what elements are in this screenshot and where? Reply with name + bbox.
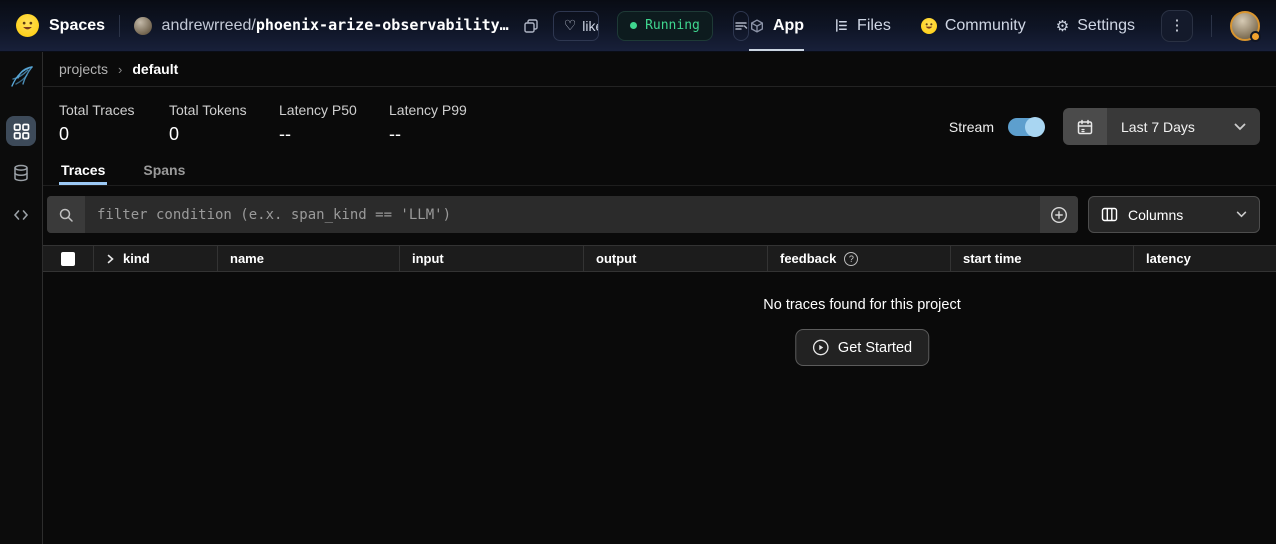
notification-dot-icon bbox=[1250, 31, 1261, 42]
column-header-name[interactable]: name bbox=[217, 246, 399, 271]
play-circle-icon bbox=[812, 339, 829, 356]
empty-state: No traces found for this project Get Sta… bbox=[763, 297, 960, 366]
column-header-output[interactable]: output bbox=[583, 246, 767, 271]
chevron-right-icon bbox=[106, 254, 115, 264]
sidebar-item-playground[interactable] bbox=[6, 200, 36, 230]
stats-row: Total Traces 0 Total Tokens 0 Latency P5… bbox=[43, 87, 1276, 157]
breadcrumb-projects-link[interactable]: projects bbox=[59, 61, 108, 77]
column-header-feedback[interactable]: feedback ? bbox=[767, 246, 950, 271]
plus-circle-icon bbox=[1050, 206, 1068, 224]
gear-icon: ⚙ bbox=[1056, 17, 1069, 35]
huggingface-logo-icon[interactable] bbox=[16, 14, 39, 37]
time-range-value: Last 7 Days bbox=[1121, 119, 1195, 135]
toggle-knob bbox=[1025, 117, 1045, 137]
calendar-icon bbox=[1063, 108, 1107, 145]
space-owner-link[interactable]: andrewrreed bbox=[162, 17, 252, 34]
grid-icon bbox=[13, 123, 30, 140]
view-tabs: Traces Spans bbox=[43, 157, 1276, 186]
select-all-checkbox[interactable] bbox=[61, 252, 75, 266]
breadcrumb: projects › default bbox=[43, 52, 1276, 87]
add-filter-button[interactable] bbox=[1040, 196, 1078, 233]
duplicate-icon[interactable] bbox=[523, 18, 539, 34]
filter-row: Columns bbox=[43, 186, 1276, 233]
column-header-start-time[interactable]: start time bbox=[950, 246, 1133, 271]
status-badge[interactable]: Running bbox=[617, 11, 713, 41]
community-icon bbox=[921, 18, 937, 34]
divider bbox=[119, 15, 120, 37]
get-started-button[interactable]: Get Started bbox=[795, 329, 929, 366]
columns-button[interactable]: Columns bbox=[1088, 196, 1260, 233]
more-options-button[interactable]: ⋮ bbox=[1161, 10, 1193, 42]
code-icon bbox=[12, 206, 30, 224]
spaces-brand[interactable]: Spaces bbox=[49, 17, 105, 35]
breadcrumb-current: default bbox=[132, 61, 178, 77]
main-content: projects › default Total Traces 0 Total … bbox=[43, 52, 1276, 544]
stat-latency-p99: Latency P99 -- bbox=[389, 102, 499, 145]
database-icon bbox=[12, 164, 30, 182]
heart-icon: ♡ bbox=[564, 17, 577, 34]
tab-traces[interactable]: Traces bbox=[59, 157, 107, 185]
search-icon bbox=[47, 196, 85, 233]
logs-button[interactable] bbox=[733, 11, 749, 41]
column-header-latency[interactable]: latency bbox=[1133, 246, 1276, 271]
space-name-link[interactable]: phoenix-arize-observability… bbox=[256, 16, 509, 34]
columns-icon bbox=[1101, 207, 1118, 222]
chevron-right-icon: › bbox=[118, 62, 122, 77]
phoenix-sidebar bbox=[0, 52, 43, 544]
sidebar-item-datasets[interactable] bbox=[6, 158, 36, 188]
column-header-kind[interactable]: kind bbox=[93, 246, 217, 271]
kebab-icon: ⋮ bbox=[1170, 17, 1185, 34]
stat-latency-p50: Latency P50 -- bbox=[279, 102, 389, 145]
chevron-down-icon bbox=[1236, 211, 1247, 218]
phoenix-logo-icon[interactable] bbox=[8, 64, 35, 96]
files-tree-icon bbox=[834, 18, 849, 33]
like-button[interactable]: ♡like 0 bbox=[553, 11, 599, 41]
filter-condition-input[interactable] bbox=[85, 196, 1040, 233]
time-range-select[interactable]: Last 7 Days bbox=[1063, 108, 1260, 145]
status-dot-icon bbox=[630, 22, 637, 29]
empty-state-message: No traces found for this project bbox=[763, 297, 960, 313]
user-avatar[interactable] bbox=[1230, 11, 1260, 41]
owner-avatar[interactable] bbox=[134, 17, 152, 35]
tab-community[interactable]: Community bbox=[921, 0, 1026, 51]
tab-app[interactable]: App bbox=[749, 0, 804, 51]
tab-spans[interactable]: Spans bbox=[141, 157, 187, 185]
stat-total-tokens: Total Tokens 0 bbox=[169, 102, 279, 145]
tab-settings[interactable]: ⚙ Settings bbox=[1056, 0, 1135, 51]
filter-condition-field bbox=[47, 196, 1078, 233]
stream-toggle[interactable] bbox=[1008, 118, 1043, 136]
tab-files[interactable]: Files bbox=[834, 0, 891, 51]
hf-topbar: Spaces andrewrreed/phoenix-arize-observa… bbox=[0, 0, 1276, 52]
table-header-row: kind name input output feedback ? start … bbox=[43, 245, 1276, 272]
stream-label: Stream bbox=[949, 119, 994, 135]
cube-icon bbox=[749, 18, 765, 34]
sidebar-item-projects[interactable] bbox=[6, 116, 36, 146]
help-icon[interactable]: ? bbox=[844, 252, 858, 266]
phoenix-app: projects › default Total Traces 0 Total … bbox=[0, 52, 1276, 544]
column-header-input[interactable]: input bbox=[399, 246, 583, 271]
hf-nav: App Files Community ⚙ Settings bbox=[749, 0, 1135, 51]
view-controls: Stream Last 7 Days bbox=[949, 108, 1260, 145]
chevron-down-icon bbox=[1234, 123, 1246, 131]
stat-total-traces: Total Traces 0 bbox=[59, 102, 169, 145]
divider bbox=[1211, 15, 1212, 37]
